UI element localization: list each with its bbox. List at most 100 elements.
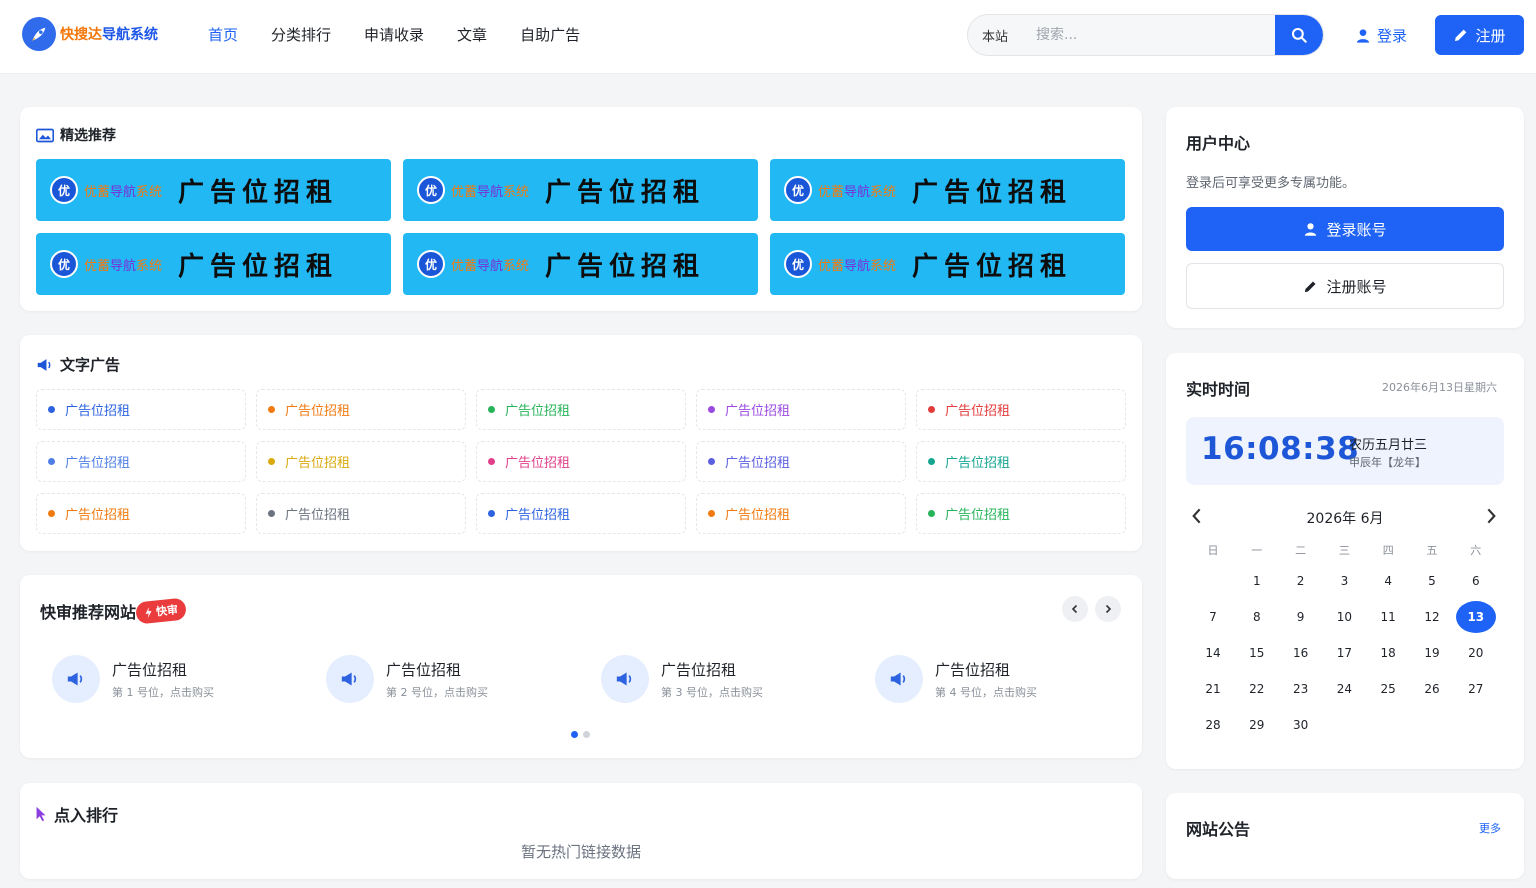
carousel-dot-active[interactable] <box>571 731 578 738</box>
calendar-day[interactable]: 7 <box>1193 601 1233 633</box>
calendar-weekday: 二 <box>1295 544 1307 557</box>
text-ad-link[interactable]: 广告位招租 <box>256 493 466 534</box>
text-ad-link[interactable]: 广告位招租 <box>916 441 1126 482</box>
calendar-day[interactable]: 30 <box>1281 709 1321 741</box>
calendar-next-button[interactable] <box>1484 508 1498 528</box>
banner-text: 广告位招租 <box>912 177 1073 208</box>
featured-banner[interactable]: 优优蓄导航系统 广告位招租 <box>770 159 1125 221</box>
calendar-day[interactable]: 28 <box>1193 709 1233 741</box>
text-ad-link[interactable]: 广告位招租 <box>476 441 686 482</box>
calendar-day[interactable]: 17 <box>1324 637 1364 669</box>
text-ad-link[interactable]: 广告位招租 <box>36 441 246 482</box>
calendar-day[interactable]: 6 <box>1456 565 1496 597</box>
quick-review-text: 广告位招租第 3 号位，点击购买 <box>661 659 763 700</box>
calendar-day[interactable]: 5 <box>1412 565 1452 597</box>
text-ad-link[interactable]: 广告位招租 <box>256 389 466 430</box>
calendar-day[interactable]: 24 <box>1324 673 1364 705</box>
calendar-day[interactable]: 15 <box>1237 637 1277 669</box>
calendar-day[interactable]: 4 <box>1368 565 1408 597</box>
login-account-button[interactable]: 登录账号 <box>1186 207 1504 251</box>
calendar-day[interactable]: 29 <box>1237 709 1277 741</box>
header-register-button[interactable]: 注册 <box>1435 15 1524 55</box>
text-ad-link[interactable]: 广告位招租 <box>696 389 906 430</box>
calendar-day[interactable]: 12 <box>1412 601 1452 633</box>
quick-review-item[interactable]: 广告位招租第 2 号位，点击购买 <box>326 655 488 703</box>
featured-banner[interactable]: 优优蓄导航系统 广告位招租 <box>770 233 1125 295</box>
banner-badge: 优 <box>50 250 78 278</box>
clock-card <box>1166 353 1524 769</box>
ranking-title: 点入排行 <box>34 802 118 826</box>
ranking-card <box>20 783 1142 879</box>
banner-text: 广告位招租 <box>178 251 339 282</box>
quick-review-text: 广告位招租第 2 号位，点击购买 <box>386 659 488 700</box>
bullet-dot <box>48 458 55 465</box>
quick-review-text: 广告位招租第 4 号位，点击购买 <box>935 659 1037 700</box>
calendar-day[interactable]: 21 <box>1193 673 1233 705</box>
nav-home[interactable]: 首页 <box>208 24 238 45</box>
pencil-icon <box>1455 29 1467 41</box>
text-ad-link[interactable]: 广告位招租 <box>36 493 246 534</box>
calendar-day[interactable]: 1 <box>1237 565 1277 597</box>
calendar-day[interactable]: 19 <box>1412 637 1452 669</box>
calendar-day[interactable]: 26 <box>1412 673 1452 705</box>
calendar-day[interactable]: 18 <box>1368 637 1408 669</box>
lunar-date: 农历五月廿三 <box>1349 438 1428 453</box>
quick-review-item-subtitle: 第 1 号位，点击购买 <box>112 685 214 699</box>
banner-text: 广告位招租 <box>545 251 706 282</box>
nav-category-ranking[interactable]: 分类排行 <box>271 24 331 45</box>
text-ad-link[interactable]: 广告位招租 <box>696 493 906 534</box>
quick-review-item-subtitle: 第 2 号位，点击购买 <box>386 685 488 699</box>
text-ad-link[interactable]: 广告位招租 <box>476 389 686 430</box>
bullet-dot <box>268 458 275 465</box>
featured-banner[interactable]: 优优蓄导航系统 广告位招租 <box>36 233 391 295</box>
calendar-day[interactable]: 16 <box>1281 637 1321 669</box>
featured-banner[interactable]: 优优蓄导航系统 广告位招租 <box>403 233 758 295</box>
bullet-dot <box>708 510 715 517</box>
calendar-day[interactable]: 22 <box>1237 673 1277 705</box>
nav-articles[interactable]: 文章 <box>457 24 487 45</box>
quick-review-item[interactable]: 广告位招租第 4 号位，点击购买 <box>875 655 1037 703</box>
search-button[interactable] <box>1275 15 1323 55</box>
search-scope-select[interactable]: 本站 <box>968 26 1022 45</box>
register-account-button[interactable]: 注册账号 <box>1186 263 1504 309</box>
text-ad-link[interactable]: 广告位招租 <box>916 389 1126 430</box>
quick-review-item[interactable]: 广告位招租第 1 号位，点击购买 <box>52 655 214 703</box>
calendar-day[interactable]: 9 <box>1281 601 1321 633</box>
calendar-day[interactable]: 2 <box>1281 565 1321 597</box>
nav-self-service-ads[interactable]: 自助广告 <box>520 24 580 45</box>
calendar-day[interactable]: 25 <box>1368 673 1408 705</box>
calendar-day[interactable]: 14 <box>1193 637 1233 669</box>
user-center-desc: 登录后可享受更多专属功能。 <box>1186 176 1356 191</box>
carousel-next-button[interactable] <box>1095 596 1121 622</box>
calendar-day[interactable]: 27 <box>1456 673 1496 705</box>
site-logo[interactable]: 快搜达导航系统 <box>22 17 158 51</box>
carousel-dot[interactable] <box>583 731 590 738</box>
text-ad-link[interactable]: 广告位招租 <box>476 493 686 534</box>
featured-banner[interactable]: 优优蓄导航系统 广告位招租 <box>403 159 758 221</box>
brand-name-part1: 快搜达 <box>60 27 102 43</box>
search-input[interactable] <box>1022 15 1275 55</box>
nav-apply-listing[interactable]: 申请收录 <box>364 24 424 45</box>
featured-banner[interactable]: 优优蓄导航系统 广告位招租 <box>36 159 391 221</box>
text-ad-link[interactable]: 广告位招租 <box>36 389 246 430</box>
calendar-day[interactable]: 10 <box>1324 601 1364 633</box>
calendar-day[interactable]: 20 <box>1456 637 1496 669</box>
text-ad-link[interactable]: 广告位招租 <box>256 441 466 482</box>
text-ads-title: 文字广告 <box>36 354 120 375</box>
text-ad-link[interactable]: 广告位招租 <box>916 493 1126 534</box>
user-icon <box>1357 28 1369 43</box>
calendar-day[interactable]: 11 <box>1368 601 1408 633</box>
text-ad-label: 广告位招租 <box>505 508 571 523</box>
calendar-day-today[interactable]: 13 <box>1455 601 1496 633</box>
header-login-link[interactable]: 登录 <box>1355 25 1407 46</box>
brand-name: 快搜达导航系统 <box>60 24 158 44</box>
calendar-day[interactable]: 8 <box>1237 601 1277 633</box>
bullet-dot <box>268 510 275 517</box>
calendar-day[interactable]: 23 <box>1281 673 1321 705</box>
text-ad-link[interactable]: 广告位招租 <box>696 441 906 482</box>
clock-display: 16:08:38 农历五月廿三 甲辰年【龙年】 <box>1186 417 1504 485</box>
calendar-day[interactable]: 3 <box>1324 565 1364 597</box>
quick-review-item[interactable]: 广告位招租第 3 号位，点击购买 <box>601 655 763 703</box>
carousel-prev-button[interactable] <box>1062 596 1088 622</box>
notice-more-link[interactable]: 更多 <box>1479 820 1501 836</box>
